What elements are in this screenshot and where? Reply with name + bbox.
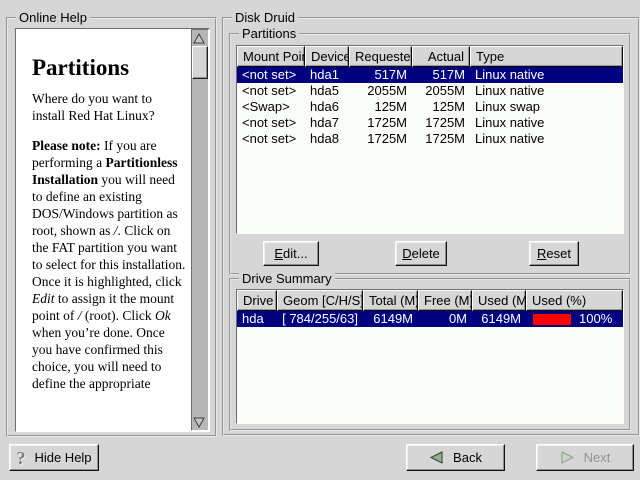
table-cell: hda8 xyxy=(305,131,349,147)
disk-druid-frame-label: Disk Druid xyxy=(232,10,298,25)
help-title: Partitions xyxy=(32,59,187,76)
partitions-table: Mount PointDeviceRequestedActualType<not… xyxy=(236,45,624,234)
table-row[interactable]: <not set>hda71725M1725MLinux native xyxy=(237,115,623,131)
partitions-frame-label: Partitions xyxy=(239,26,299,41)
drive-summary-section: Drive Summary DriveGeom [C/H/S]Total (M)… xyxy=(229,278,631,431)
column-header[interactable]: Actual xyxy=(412,46,470,67)
help-paragraphs: Where do you want to install Red Hat Lin… xyxy=(32,90,187,392)
delete-button[interactable]: Delete xyxy=(395,241,447,266)
online-help-panel: Online Help Partitions Where do you want… xyxy=(6,17,217,437)
column-header[interactable]: Type xyxy=(470,46,623,67)
arrow-right-icon xyxy=(560,450,575,465)
table-cell: 100% xyxy=(526,311,623,327)
help-scrollbar[interactable] xyxy=(191,29,209,431)
table-cell: 6149M xyxy=(363,311,418,327)
table-body: <not set>hda1517M517MLinux native<not se… xyxy=(237,67,623,233)
table-cell: Linux native xyxy=(470,131,623,147)
back-label: Back xyxy=(453,450,482,465)
help-paragraph: Where do you want to install Red Hat Lin… xyxy=(32,90,187,124)
column-header[interactable]: Total (M) xyxy=(363,290,418,311)
table-row[interactable]: <not set>hda1517M517MLinux native xyxy=(237,67,623,83)
table-cell: Linux native xyxy=(470,83,623,99)
table-cell: Linux swap xyxy=(470,99,623,115)
edit-button[interactable]: Edit... xyxy=(263,241,319,266)
table-cell: Linux native xyxy=(470,67,623,83)
table-cell: 0M xyxy=(418,311,472,327)
arrow-left-icon xyxy=(429,450,444,465)
table-cell: 1725M xyxy=(412,115,470,131)
column-header[interactable]: Free (M) xyxy=(418,290,472,311)
table-row[interactable]: <Swap>hda6125M125MLinux swap xyxy=(237,99,623,115)
help-viewport: Partitions Where do you want to install … xyxy=(15,28,210,432)
table-cell: hda7 xyxy=(305,115,349,131)
table-cell: 1725M xyxy=(349,115,412,131)
table-cell: 125M xyxy=(349,99,412,115)
table-cell: 1725M xyxy=(349,131,412,147)
table-cell: 517M xyxy=(412,67,470,83)
column-header[interactable]: Drive xyxy=(237,290,277,311)
next-button[interactable]: Next xyxy=(536,444,634,471)
column-header[interactable]: Requested xyxy=(349,46,412,67)
table-cell: hda6 xyxy=(305,99,349,115)
table-cell: 6149M xyxy=(472,311,526,327)
table-cell: hda1 xyxy=(305,67,349,83)
table-cell: 2055M xyxy=(349,83,412,99)
table-cell: hda xyxy=(237,311,277,327)
question-mark-icon: ? xyxy=(16,450,25,466)
table-cell: <not set> xyxy=(237,131,305,147)
arrow-down-icon[interactable] xyxy=(192,415,206,429)
help-text: Partitions Where do you want to install … xyxy=(16,29,191,431)
table-body: hda[ 784/255/63]6149M0M6149M100% xyxy=(237,311,623,423)
help-paragraph: Please note: If you are performing a Par… xyxy=(32,137,187,392)
scrollbar-thumb[interactable] xyxy=(192,46,208,79)
table-cell: [ 784/255/63] xyxy=(277,311,363,327)
hide-help-label: Hide Help xyxy=(34,450,91,465)
table-row[interactable]: hda[ 784/255/63]6149M0M6149M100% xyxy=(237,311,623,327)
table-header: Mount PointDeviceRequestedActualType xyxy=(237,46,623,67)
table-cell: 1725M xyxy=(412,131,470,147)
drive-summary-table: DriveGeom [C/H/S]Total (M)Free (M)Used (… xyxy=(236,289,624,424)
column-header[interactable]: Mount Point xyxy=(237,46,305,67)
column-header[interactable]: Used (%) xyxy=(526,290,623,311)
hide-help-button[interactable]: ? Hide Help xyxy=(9,444,99,471)
drive-summary-frame-label: Drive Summary xyxy=(239,271,335,286)
column-header[interactable]: Geom [C/H/S] xyxy=(277,290,363,311)
table-cell: hda5 xyxy=(305,83,349,99)
column-header[interactable]: Used (M) xyxy=(472,290,526,311)
disk-druid-panel: Disk Druid Partitions Mount PointDeviceR… xyxy=(222,17,640,436)
column-header[interactable]: Device xyxy=(305,46,349,67)
reset-button[interactable]: Reset xyxy=(529,241,579,266)
arrow-up-icon[interactable] xyxy=(192,31,206,45)
table-header: DriveGeom [C/H/S]Total (M)Free (M)Used (… xyxy=(237,290,623,311)
table-cell: 517M xyxy=(349,67,412,83)
table-cell: <not set> xyxy=(237,67,305,83)
table-cell: <not set> xyxy=(237,115,305,131)
partitions-section: Partitions Mount PointDeviceRequestedAct… xyxy=(229,33,631,275)
used-percent-bar xyxy=(533,314,571,325)
table-cell: Linux native xyxy=(470,115,623,131)
table-cell: <Swap> xyxy=(237,99,305,115)
online-help-frame-label: Online Help xyxy=(16,10,90,25)
table-row[interactable]: <not set>hda52055M2055MLinux native xyxy=(237,83,623,99)
installer-window: Online Help Partitions Where do you want… xyxy=(0,0,640,480)
table-row[interactable]: <not set>hda81725M1725MLinux native xyxy=(237,131,623,147)
back-button[interactable]: Back xyxy=(406,444,505,471)
used-percent-label: 100% xyxy=(579,311,612,327)
table-cell: 2055M xyxy=(412,83,470,99)
next-label: Next xyxy=(584,450,611,465)
table-cell: <not set> xyxy=(237,83,305,99)
table-cell: 125M xyxy=(412,99,470,115)
